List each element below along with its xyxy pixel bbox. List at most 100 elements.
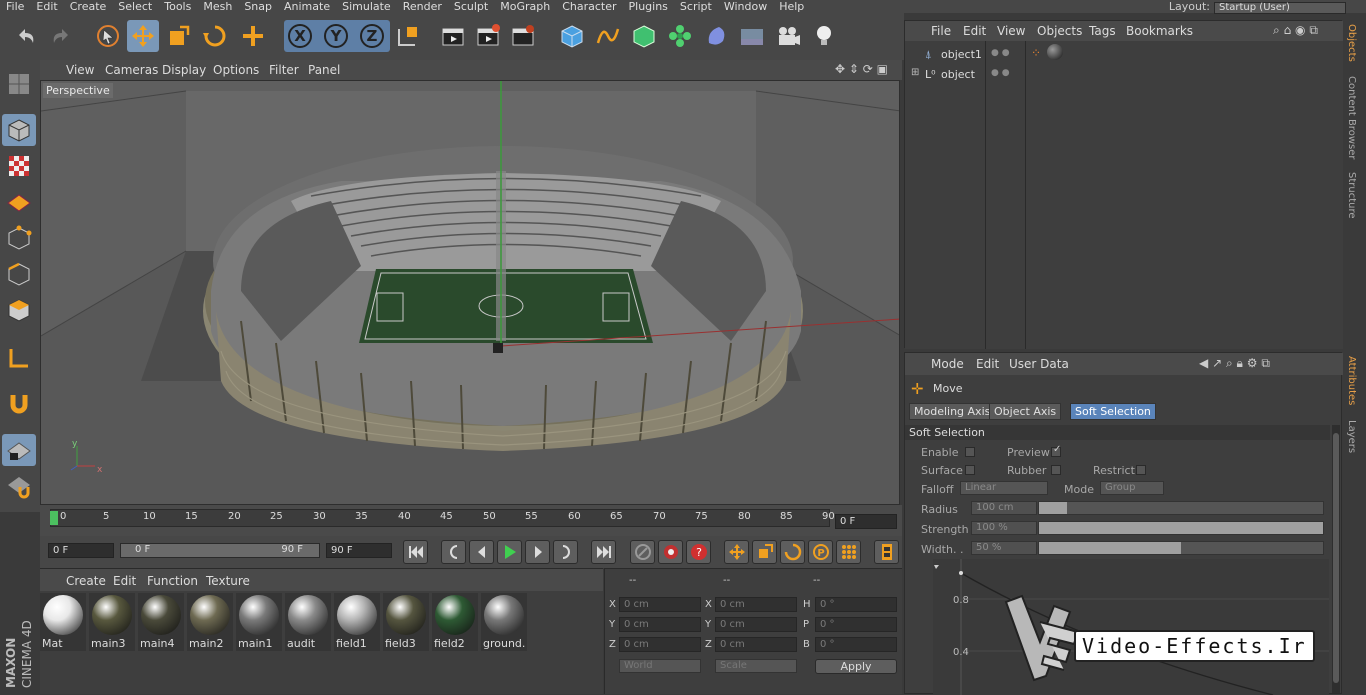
workplane-lock-button[interactable]	[2, 434, 36, 466]
restrict-checkbox[interactable]	[1136, 465, 1146, 475]
rot-b-field[interactable]: 0 °	[815, 637, 897, 652]
width-slider[interactable]	[1038, 541, 1324, 555]
menu-file[interactable]: File	[0, 1, 30, 12]
surface-checkbox[interactable]	[965, 465, 975, 475]
rot-h-field[interactable]: 0 °	[815, 597, 897, 612]
menu-window[interactable]: Window	[718, 1, 773, 12]
menu-select[interactable]: Select	[112, 1, 158, 12]
menu-edit[interactable]: Edit	[30, 1, 63, 12]
maximize-icon[interactable]: ▣	[877, 62, 888, 76]
object-menu-objects[interactable]: Objects	[1037, 24, 1082, 38]
layout-dropdown[interactable]: Startup (User)	[1214, 2, 1346, 14]
radius-field[interactable]: 100 cm	[971, 501, 1037, 515]
z-axis-button[interactable]: Z	[356, 20, 388, 52]
menu-render[interactable]: Render	[397, 1, 448, 12]
forward-arrow-icon[interactable]: ↗	[1212, 356, 1222, 370]
move-tool-button[interactable]	[127, 20, 159, 52]
key-position-button[interactable]	[724, 540, 749, 564]
menu-sculpt[interactable]: Sculpt	[448, 1, 494, 12]
go-to-start-button[interactable]	[403, 540, 428, 564]
viewport-menu-filter[interactable]: Filter	[269, 63, 299, 77]
light-button[interactable]	[808, 20, 840, 52]
viewport-menu-view[interactable]: View	[66, 63, 94, 77]
object-menu-file[interactable]: File	[931, 24, 951, 38]
side-tab-content-browser[interactable]: Content Browser	[1346, 76, 1357, 159]
material-menu-create[interactable]: Create	[66, 574, 106, 588]
key-scale-button[interactable]	[752, 540, 777, 564]
key-parameter-button[interactable]: P	[808, 540, 833, 564]
points-mode-button[interactable]	[2, 222, 36, 254]
material-menu-function[interactable]: Function	[147, 574, 198, 588]
texture-mode-button[interactable]	[2, 150, 36, 182]
menu-animate[interactable]: Animate	[278, 1, 336, 12]
material-swatch[interactable]: ground.	[481, 593, 527, 651]
visibility-dots-icon[interactable]: ● ●	[991, 68, 1010, 78]
menu-mograph[interactable]: MoGraph	[494, 1, 556, 12]
menu-character[interactable]: Character	[556, 1, 622, 12]
recent-tools-button[interactable]	[237, 20, 269, 52]
material-swatch[interactable]: field2	[432, 593, 478, 651]
material-swatch[interactable]: field1	[334, 593, 380, 651]
menu-create[interactable]: Create	[64, 1, 113, 12]
tab-modeling-axis[interactable]: Modeling Axis	[909, 403, 996, 420]
array-button[interactable]	[664, 20, 696, 52]
material-menu-edit[interactable]: Edit	[113, 574, 136, 588]
pos-x-field[interactable]: 0 cm	[619, 597, 701, 612]
attribute-menu-user-data[interactable]: User Data	[1009, 357, 1069, 371]
rubber-checkbox[interactable]	[1051, 465, 1061, 475]
tab-object-axis[interactable]: Object Axis	[989, 403, 1062, 420]
object-name[interactable]: object	[941, 68, 975, 81]
strength-slider[interactable]	[1038, 521, 1324, 535]
material-swatch[interactable]: main2	[187, 593, 233, 651]
side-tab-layers[interactable]: Layers	[1346, 420, 1357, 453]
x-axis-button[interactable]: X	[284, 20, 316, 52]
side-tab-structure[interactable]: Structure	[1346, 172, 1357, 219]
material-tag-icon[interactable]	[1047, 44, 1063, 60]
material-menu-texture[interactable]: Texture	[206, 574, 250, 588]
key-rotation-button[interactable]	[780, 540, 805, 564]
coordinate-system-button[interactable]	[392, 20, 424, 52]
size-y-field[interactable]: 0 cm	[715, 617, 797, 632]
snap-button[interactable]	[2, 388, 36, 420]
render-view-button[interactable]	[437, 20, 469, 52]
current-frame-field[interactable]: 0 F	[835, 514, 897, 529]
scheme-settings-button[interactable]	[874, 540, 899, 564]
go-to-end-button[interactable]	[591, 540, 616, 564]
attribute-menu-mode[interactable]: Mode	[931, 357, 964, 371]
make-editable-button[interactable]	[2, 68, 36, 100]
new-window-icon[interactable]: ⧉	[1261, 356, 1270, 370]
pos-y-field[interactable]: 0 cm	[619, 617, 701, 632]
next-frame-button[interactable]	[525, 540, 550, 564]
eye-icon[interactable]: ◉	[1295, 23, 1305, 37]
object-menu-tags[interactable]: Tags	[1089, 24, 1116, 38]
attribute-scrollbar[interactable]	[1332, 425, 1340, 693]
size-x-field[interactable]: 0 cm	[715, 597, 797, 612]
object-menu-bookmarks[interactable]: Bookmarks	[1126, 24, 1193, 38]
render-picture-viewer-button[interactable]	[472, 20, 504, 52]
expand-icon[interactable]: ⊞	[911, 67, 919, 78]
pos-z-field[interactable]: 0 cm	[619, 637, 701, 652]
nurbs-button[interactable]	[628, 20, 660, 52]
play-button[interactable]	[497, 540, 522, 564]
side-tab-attributes[interactable]: Attributes	[1346, 356, 1357, 405]
edges-mode-button[interactable]	[2, 258, 36, 290]
viewport-nav-icons[interactable]: ✥ ⇕ ⟳ ▣	[835, 62, 888, 76]
material-swatch[interactable]: field3	[383, 593, 429, 651]
material-swatch[interactable]: main3	[89, 593, 135, 651]
menu-plugins[interactable]: Plugins	[623, 1, 674, 12]
coord-system-dropdown[interactable]: World	[619, 659, 701, 673]
search-icon[interactable]: ⌕	[1273, 23, 1280, 37]
perspective-viewport[interactable]: Perspective y x	[40, 80, 900, 505]
settings-icon[interactable]: ⚙	[1247, 356, 1258, 370]
end-frame-field[interactable]: 90 F	[326, 543, 392, 558]
object-menu-edit[interactable]: Edit	[963, 24, 986, 38]
viewport-menu-panel[interactable]: Panel	[308, 63, 340, 77]
deformer-button[interactable]	[700, 20, 732, 52]
axis-mode-button[interactable]	[2, 342, 36, 374]
dolly-icon[interactable]: ⇕	[849, 62, 859, 76]
start-frame-field[interactable]: 0 F	[48, 543, 114, 558]
attribute-scrollbar-thumb[interactable]	[1333, 433, 1339, 683]
search-icon[interactable]: ⌕	[1226, 356, 1233, 370]
scale-tool-button[interactable]	[163, 20, 195, 52]
menu-script[interactable]: Script	[674, 1, 718, 12]
